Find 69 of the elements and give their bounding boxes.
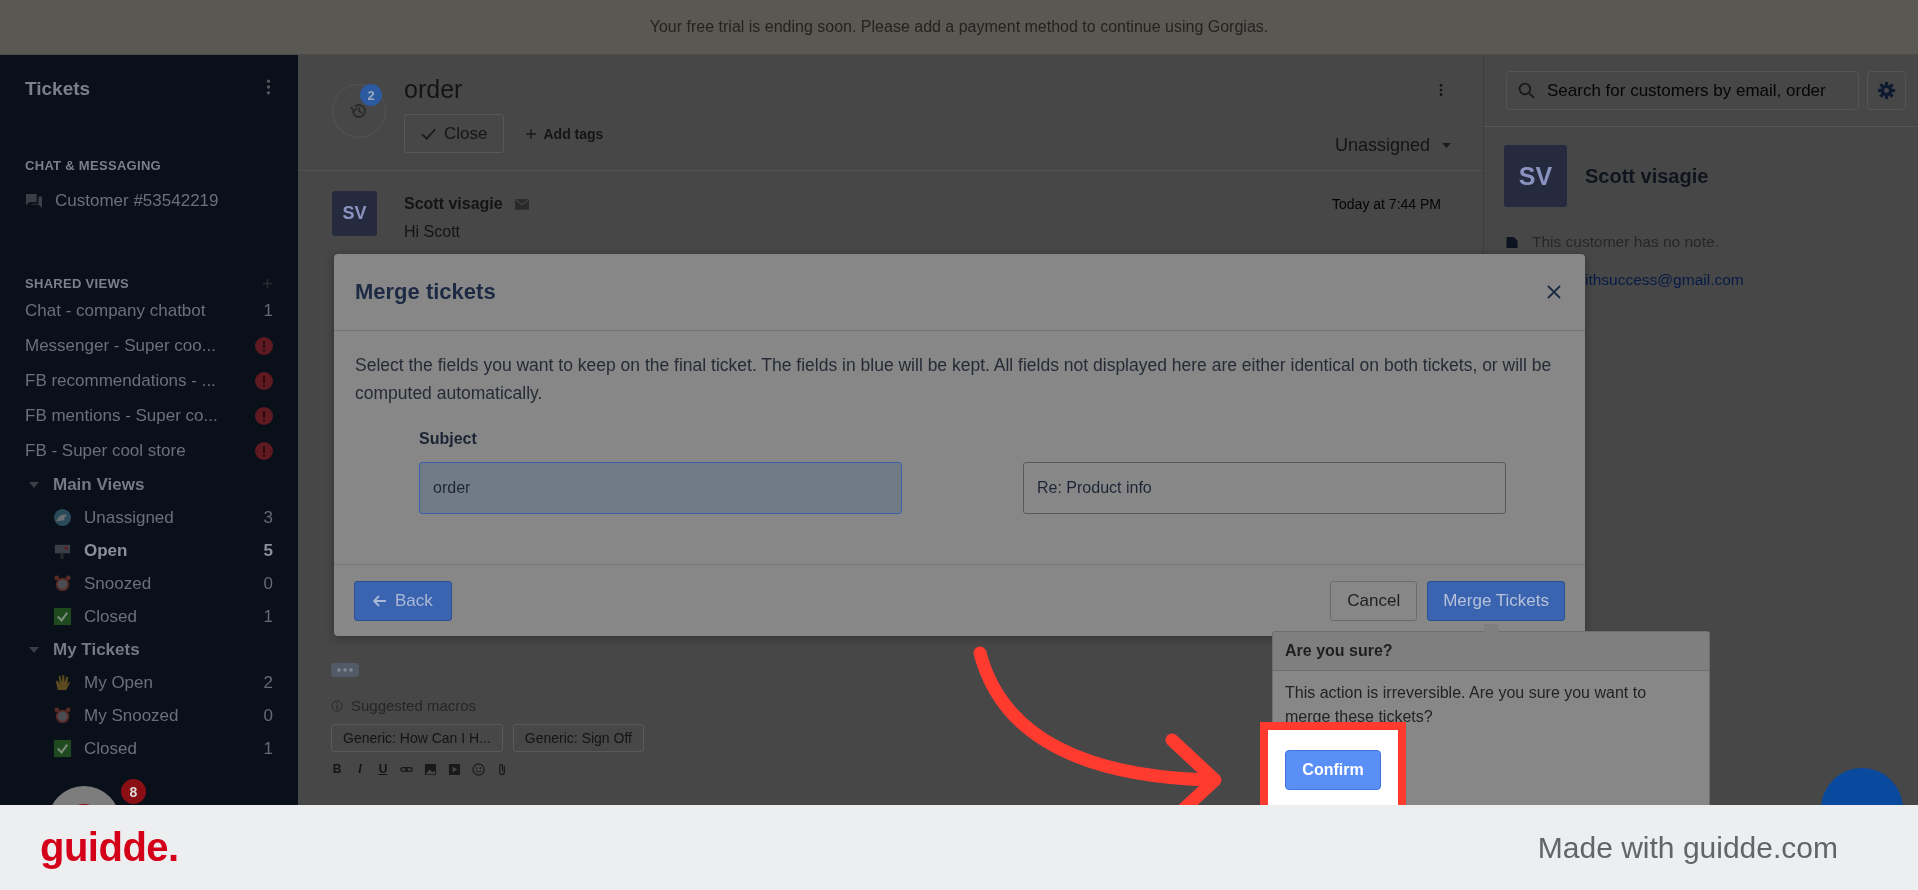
view-count: 1: [263, 300, 273, 321]
settings-button[interactable]: [1867, 71, 1906, 110]
sidebar-item[interactable]: Open 5: [25, 534, 273, 567]
notification-badge: 8: [121, 779, 146, 804]
sidebar-item[interactable]: FB mentions - Super co...: [25, 398, 273, 433]
sidebar-item[interactable]: Closed 1: [25, 600, 273, 633]
video-icon[interactable]: [448, 762, 461, 776]
close-icon[interactable]: [1547, 285, 1561, 299]
wave-icon: [53, 508, 72, 527]
add-icon[interactable]: [262, 277, 273, 289]
check-icon: [421, 127, 436, 140]
customer-avatar: SV: [1504, 145, 1567, 207]
sidebar-item[interactable]: Messenger - Super coo...: [25, 328, 273, 363]
sidebar-item[interactable]: Unassigned 3: [25, 501, 273, 534]
history-count-badge: 2: [360, 84, 382, 106]
caret-icon[interactable]: [29, 646, 39, 653]
alert-icon: [255, 406, 273, 425]
cancel-button[interactable]: Cancel: [1330, 580, 1418, 621]
sidebar-item[interactable]: FB recommendations - ...: [25, 363, 273, 398]
sidebar-item[interactable]: FB - Super cool store: [25, 433, 273, 468]
checkbox-icon: [53, 607, 72, 626]
footer-tagline: Made with guidde.com: [1537, 830, 1838, 865]
alarm-clock-icon: [53, 574, 72, 593]
kebab-menu-icon[interactable]: [266, 78, 271, 96]
ellipsis-icon[interactable]: [331, 663, 359, 677]
caret-icon: [1442, 143, 1451, 148]
plus-icon: [526, 128, 537, 139]
dialog-description: Select the fields you want to keep on the final ticket. The fields in blue will be kept. All fields not displayed here are either identical on both tickets, or will be computed automatically.: [355, 354, 1553, 405]
brand-logo: guidde.: [40, 825, 179, 870]
group-heading[interactable]: My Tickets: [53, 639, 140, 660]
sidebar-item[interactable]: Chat - company chatbot 1: [25, 293, 273, 328]
group-heading[interactable]: Main Views: [53, 474, 145, 495]
subject-option[interactable]: Re: Product info: [1023, 462, 1506, 514]
history-icon: [349, 101, 369, 121]
merge-tickets-button[interactable]: Merge Tickets: [1427, 580, 1565, 621]
message-time: Today at 7:44 PM: [1332, 196, 1441, 212]
sidebar-title: Tickets: [25, 78, 91, 100]
alert-icon: [255, 336, 273, 355]
section-heading: SHARED VIEWS: [25, 275, 129, 291]
alert-icon: [255, 441, 273, 460]
kebab-menu-icon[interactable]: [1439, 83, 1443, 97]
field-label: Subject: [419, 430, 478, 448]
hand-icon: [53, 673, 72, 692]
customer-avatar: SV: [332, 191, 377, 236]
settings-icon: [1877, 81, 1896, 100]
image-icon[interactable]: [424, 762, 437, 776]
emoji-icon[interactable]: [472, 762, 485, 776]
arrow-left-icon: [373, 594, 387, 607]
sidebar-item[interactable]: My Snoozed 0: [25, 699, 273, 732]
subject-option[interactable]: order: [419, 462, 902, 514]
mail-icon: [514, 198, 529, 210]
sidebar-item[interactable]: Closed 1: [25, 732, 273, 765]
note-icon: [1506, 236, 1518, 248]
sidebar-item[interactable]: Customer #53542219: [25, 183, 273, 218]
dialog-title: Merge tickets: [355, 279, 496, 305]
sidebar-item[interactable]: Snoozed 0: [25, 567, 273, 600]
alarm-clock-icon: [53, 706, 72, 725]
confirm-button[interactable]: Confirm: [1285, 750, 1381, 790]
checkbox-icon: [53, 739, 72, 758]
search-icon: [1518, 82, 1535, 99]
popover-title: Are you sure?: [1273, 632, 1709, 671]
alert-icon: [255, 371, 273, 390]
caret-icon[interactable]: [29, 481, 39, 488]
customer-name: Scott visagie: [1585, 164, 1709, 188]
search-field[interactable]: Search for customers by email, order: [1506, 71, 1859, 110]
section-heading: CHAT & MESSAGING: [25, 158, 162, 175]
back-button[interactable]: Back: [354, 580, 452, 621]
sidebar-item[interactable]: My Open 2: [25, 666, 273, 699]
chat-icon: [25, 192, 43, 209]
